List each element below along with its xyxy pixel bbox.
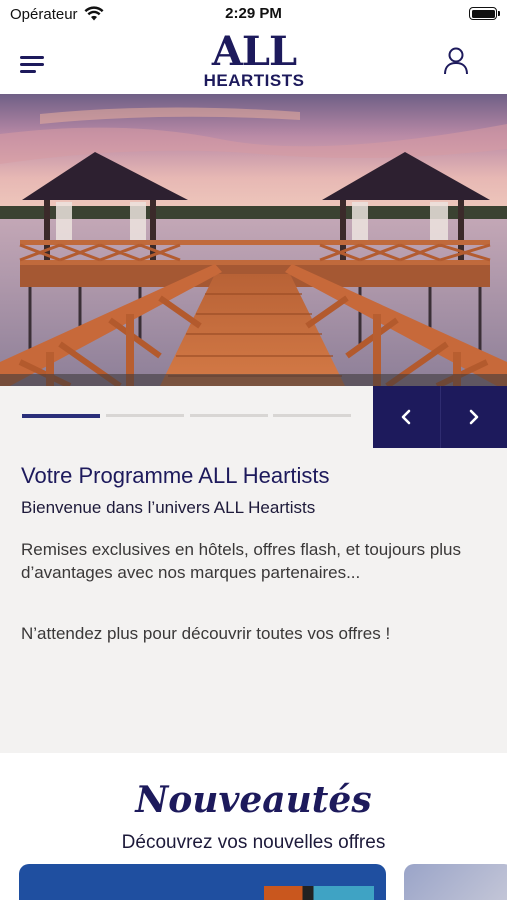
account-icon[interactable] [443,46,469,76]
offer-card[interactable] [19,864,386,900]
battery-icon [469,7,500,20]
offer-card-image [264,886,374,900]
news-title: Nouveautés [135,779,372,821]
hamburger-line [20,56,44,59]
menu-button[interactable] [20,54,46,74]
app-header: ALL HEARTISTS [0,28,507,94]
program-description: Remises exclusives en hôtels, offres fla… [21,540,462,582]
news-section: Nouveautés Découvrez vos nouvelles offre… [0,753,507,900]
brand-logo[interactable]: ALL HEARTISTS [198,30,310,92]
carousel-indicator [22,413,352,418]
carousel-dot-2[interactable] [106,414,184,417]
carousel-next-button[interactable] [440,386,507,448]
status-time: 2:29 PM [225,5,282,22]
status-bar: Opérateur 2:29 PM [0,0,507,28]
hamburger-line [20,70,36,73]
carousel-dot-3[interactable] [190,414,268,417]
chevron-left-icon [401,409,411,425]
offer-card[interactable] [404,864,507,900]
hero-image[interactable] [0,94,507,386]
hamburger-line [20,63,44,66]
carousel-prev-button[interactable] [373,386,440,448]
program-cta-text: N’attendez plus pour découvrir toutes vo… [21,624,391,643]
news-subtitle: Découvrez vos nouvelles offres [121,832,386,853]
carousel-controls [0,386,507,448]
program-title: Votre Programme ALL Heartists [21,463,330,488]
program-info: Votre Programme ALL Heartists Bienvenue … [0,448,507,753]
carousel-dot-1[interactable] [22,413,100,418]
hero-photo [0,94,507,386]
logo-text-top: ALL [211,28,297,75]
carousel-dot-4[interactable] [273,414,351,417]
program-subtitle: Bienvenue dans l’univers ALL Heartists [21,498,316,517]
logo-text-bottom: HEARTISTS [203,71,305,90]
chevron-right-icon [469,409,479,425]
